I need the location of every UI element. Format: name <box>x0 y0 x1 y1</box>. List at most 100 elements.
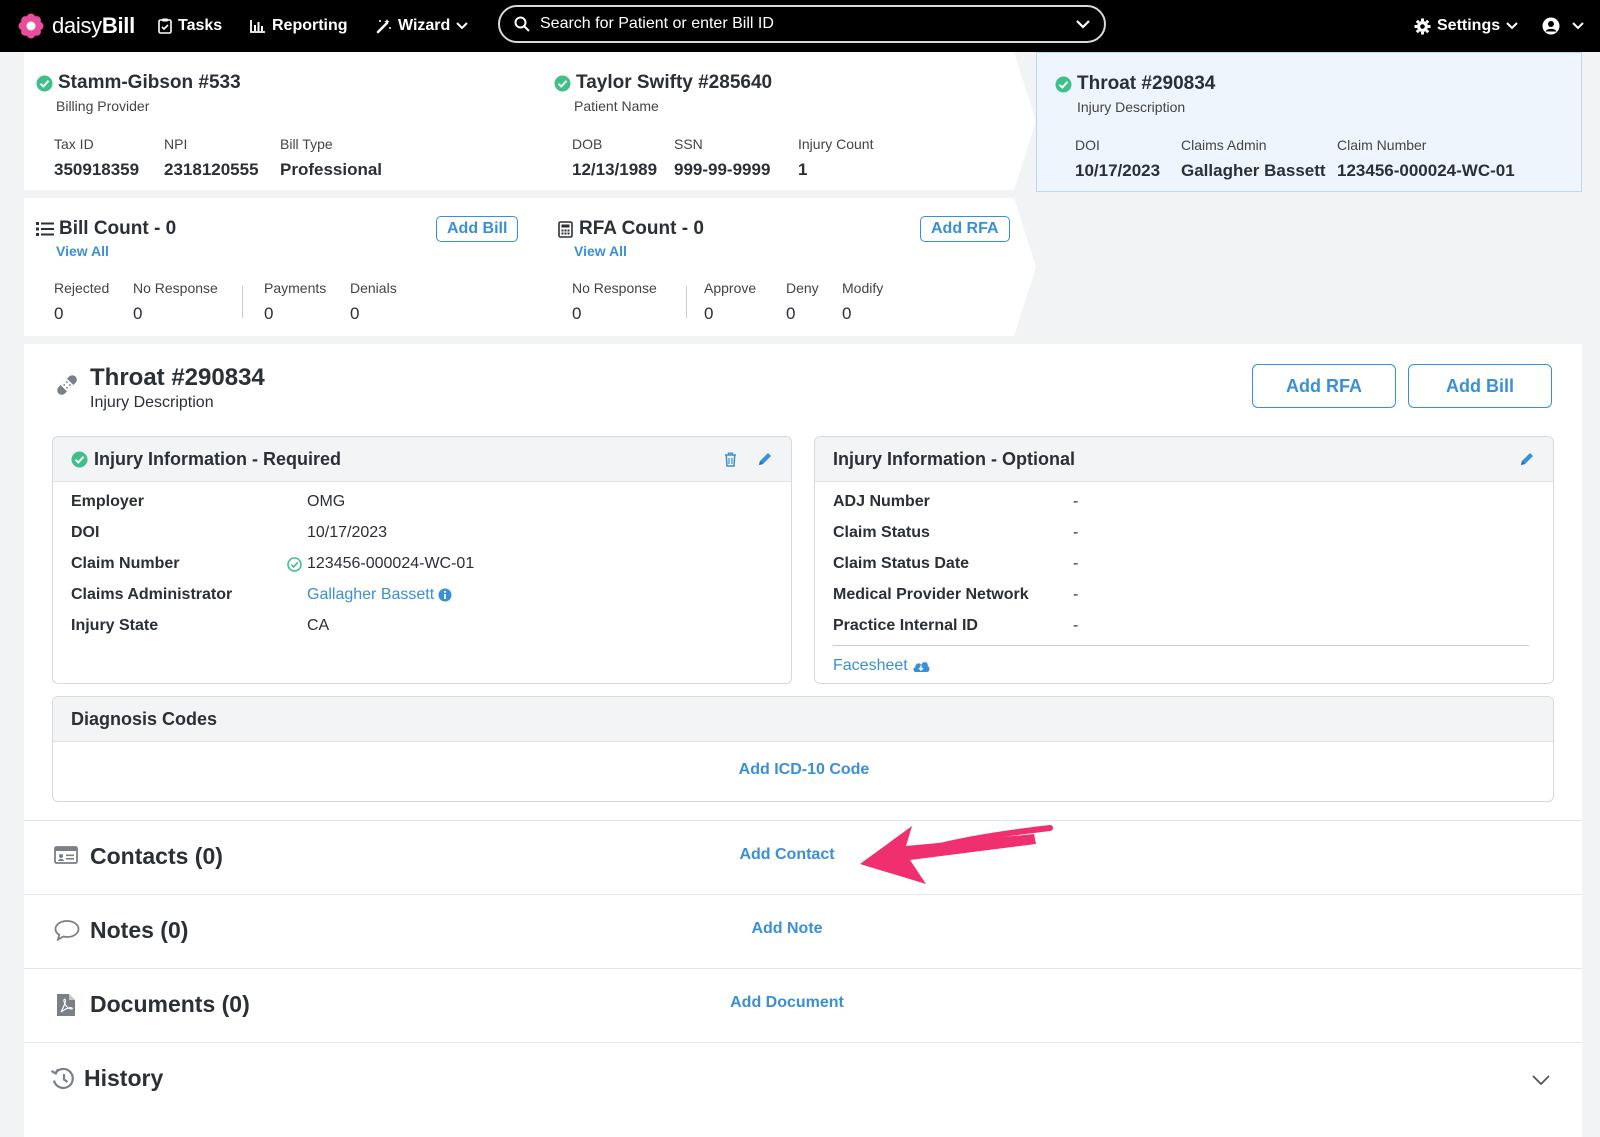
pdf-file-icon <box>57 994 75 1016</box>
nav-wizard[interactable]: Wizard <box>376 14 474 38</box>
contacts-title: Contacts (0) <box>90 843 223 869</box>
chevron-down-icon <box>1506 22 1518 30</box>
injury-count-field: Injury Count 1 <box>798 136 874 179</box>
claims-admin-field: Claims Admin Gallagher Bassett <box>1181 137 1326 180</box>
injury-summary-card[interactable]: Throat #290834 Injury Description DOI 10/… <box>1036 52 1582 192</box>
claims-administrator-link[interactable]: Gallagher Bassett <box>307 586 452 604</box>
stat-divider <box>242 286 243 318</box>
denials-stat: Denials 0 <box>350 280 397 323</box>
billing-provider-subtitle: Billing Provider <box>56 98 150 114</box>
claim-number-field: Claim Number 123456-000024-WC-01 <box>1337 137 1515 180</box>
injury-info-required-panel: Injury Information - Required Employer OM… <box>52 436 792 684</box>
billing-provider-card[interactable]: Stamm-Gibson #533 Billing Provider Tax I… <box>24 52 530 190</box>
bill-count-title: Bill Count - 0 <box>36 218 176 240</box>
required-panel-header: Injury Information - Required <box>53 437 791 482</box>
add-rfa-button[interactable]: Add RFA <box>1252 364 1396 408</box>
nav-settings-label: Settings <box>1437 17 1501 34</box>
card-divider-arrow <box>1014 198 1036 336</box>
rfa-no-response-stat: No Response 0 <box>572 280 657 323</box>
no-response-stat: No Response 0 <box>133 280 218 323</box>
pencil-edit-icon[interactable] <box>1519 451 1535 467</box>
daisy-flower-icon <box>18 13 44 39</box>
chevron-down-icon[interactable] <box>1532 1075 1550 1085</box>
bills-view-all-link[interactable]: View All <box>56 243 109 259</box>
bill-count-card: Bill Count - 0 View All Add Bill Rejecte… <box>24 198 530 336</box>
add-bill-button[interactable]: Add Bill <box>1408 364 1552 408</box>
patient-card[interactable]: Taylor Swifty #285640 Patient Name DOB 12… <box>530 52 1014 190</box>
chevron-down-icon[interactable] <box>1076 19 1090 29</box>
ssn-field: SSN 999-99-9999 <box>674 136 771 179</box>
patient-title: Taylor Swifty #285640 <box>554 72 772 94</box>
notes-section: Notes (0) Add Note <box>24 894 1582 968</box>
user-menu[interactable] <box>1542 14 1590 38</box>
gear-icon <box>1414 18 1431 34</box>
rfa-count-title: RFA Count - 0 <box>558 218 704 240</box>
injury-header: Throat #290834 Injury Description <box>54 364 265 412</box>
nav-reporting[interactable]: Reporting <box>250 14 348 38</box>
add-icd10-code-link[interactable]: Add ICD-10 Code <box>53 761 1553 779</box>
history-title: History <box>84 1065 164 1091</box>
patient-search-input[interactable]: Search for Patient or enter Bill ID <box>498 5 1106 43</box>
check-circle-icon <box>554 75 571 91</box>
top-nav: daisyBill Tasks Reporting Wizard Search … <box>0 0 1600 52</box>
notes-title: Notes (0) <box>90 917 189 943</box>
bandage-icon <box>57 375 77 395</box>
facesheet-link[interactable]: Facesheet <box>833 657 930 675</box>
search-icon <box>514 16 530 32</box>
optional-panel-title: Injury Information - Optional <box>833 448 1075 469</box>
injury-name: Throat #290834 <box>90 364 265 391</box>
check-circle-icon <box>36 75 53 91</box>
payments-stat: Payments 0 <box>264 280 327 323</box>
add-bill-button-small[interactable]: Add Bill <box>436 216 519 242</box>
required-panel-title: Injury Information - Required <box>94 448 342 469</box>
trash-icon[interactable] <box>724 452 737 467</box>
magic-wand-icon <box>376 19 391 34</box>
chevron-down-icon <box>456 22 469 30</box>
facesheet-divider <box>833 645 1529 646</box>
injury-card-title: Throat #290834 <box>1055 73 1215 95</box>
list-icon <box>36 222 54 236</box>
search-placeholder: Search for Patient or enter Bill ID <box>540 15 774 32</box>
add-document-link[interactable]: Add Document <box>687 994 887 1012</box>
deny-stat: Deny 0 <box>786 280 819 323</box>
cloud-download-icon <box>913 662 930 672</box>
dob-field: DOB 12/13/1989 <box>572 136 658 179</box>
check-circle-icon <box>1055 76 1072 92</box>
speech-bubble-icon <box>54 920 80 941</box>
nav-wizard-label: Wizard <box>398 17 451 34</box>
bill-type-field: Bill Type Professional <box>280 136 383 179</box>
nav-tasks-label: Tasks <box>178 17 223 34</box>
bar-chart-icon <box>250 20 265 33</box>
npi-field: NPI 2318120555 <box>164 136 259 179</box>
rfas-view-all-link[interactable]: View All <box>574 243 627 259</box>
add-rfa-button-small[interactable]: Add RFA <box>920 216 1010 242</box>
calculator-icon <box>558 220 573 238</box>
nav-reporting-label: Reporting <box>272 17 348 34</box>
patient-subtitle: Patient Name <box>574 98 659 114</box>
modify-stat: Modify 0 <box>842 280 884 323</box>
add-contact-link[interactable]: Add Contact <box>687 846 887 864</box>
injury-detail-panel: Throat #290834 Injury Description Add RF… <box>24 344 1582 1137</box>
chevron-down-icon <box>1572 22 1584 30</box>
diagnosis-codes-panel: Diagnosis Codes Add ICD-10 Code <box>52 696 1554 802</box>
diagnosis-title: Diagnosis Codes <box>71 708 218 729</box>
nav-settings[interactable]: Settings <box>1414 14 1524 38</box>
stat-divider <box>686 286 687 318</box>
nav-tasks[interactable]: Tasks <box>158 14 222 38</box>
check-circle-outline-icon <box>287 556 302 572</box>
approve-stat: Approve 0 <box>704 280 757 323</box>
info-circle-icon[interactable] <box>438 588 452 602</box>
brand-name: daisyBill <box>52 13 135 38</box>
annotation-arrow-icon <box>860 825 1053 884</box>
history-section[interactable]: History <box>24 1042 1582 1137</box>
daisybill-logo[interactable]: daisyBill <box>18 10 135 42</box>
tax-id-field: Tax ID 350918359 <box>54 136 140 179</box>
pencil-edit-icon[interactable] <box>757 451 773 467</box>
contact-card-icon <box>54 846 78 864</box>
doi-field: DOI 10/17/2023 <box>1075 137 1161 180</box>
documents-section: Documents (0) Add Document <box>24 968 1582 1042</box>
add-note-link[interactable]: Add Note <box>687 920 887 938</box>
clipboard-check-icon <box>158 18 172 34</box>
injury-desc: Injury Description <box>90 394 214 411</box>
optional-panel-header: Injury Information - Optional <box>815 437 1553 482</box>
